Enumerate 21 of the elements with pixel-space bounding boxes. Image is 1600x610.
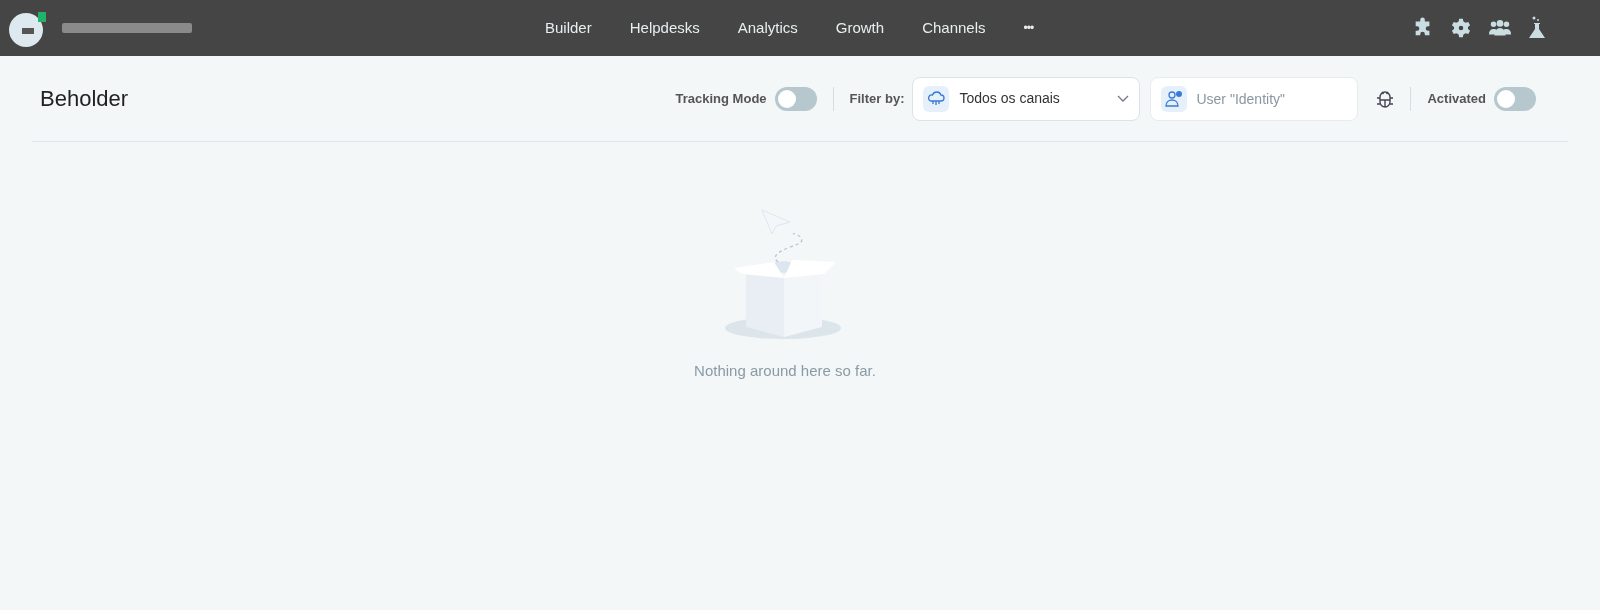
tracking-mode-label: Tracking Mode (675, 89, 767, 108)
page-title: Beholder (40, 85, 129, 113)
nav-link[interactable]: Channels (922, 16, 986, 40)
nav-link[interactable]: Growth (835, 16, 885, 40)
bug-icon[interactable] (1376, 88, 1395, 109)
channel-dropdown[interactable]: Todos os canais (912, 76, 1141, 121)
cloud-icon (923, 85, 950, 112)
activated-label: Activated (1427, 89, 1486, 108)
nav-link[interactable]: Analytics (737, 16, 798, 40)
redacted-label[interactable] (62, 22, 192, 34)
nav-link[interactable]: Helpdesks (629, 16, 700, 40)
activated-toggle[interactable] (1494, 86, 1536, 111)
user-identity-field[interactable]: User "Identity" (1150, 76, 1359, 121)
chevron-down-icon (1117, 94, 1130, 103)
empty-state-message: Nothing around here so far. (694, 361, 876, 381)
more-button[interactable]: ••• (1023, 19, 1034, 37)
flask-icon[interactable] (1528, 16, 1546, 40)
settings-icon[interactable] (1450, 17, 1472, 39)
tracking-mode-toggle[interactable] (774, 86, 817, 111)
nav-link[interactable]: Builder (545, 16, 592, 40)
filter-label: Filter by: (849, 89, 905, 108)
